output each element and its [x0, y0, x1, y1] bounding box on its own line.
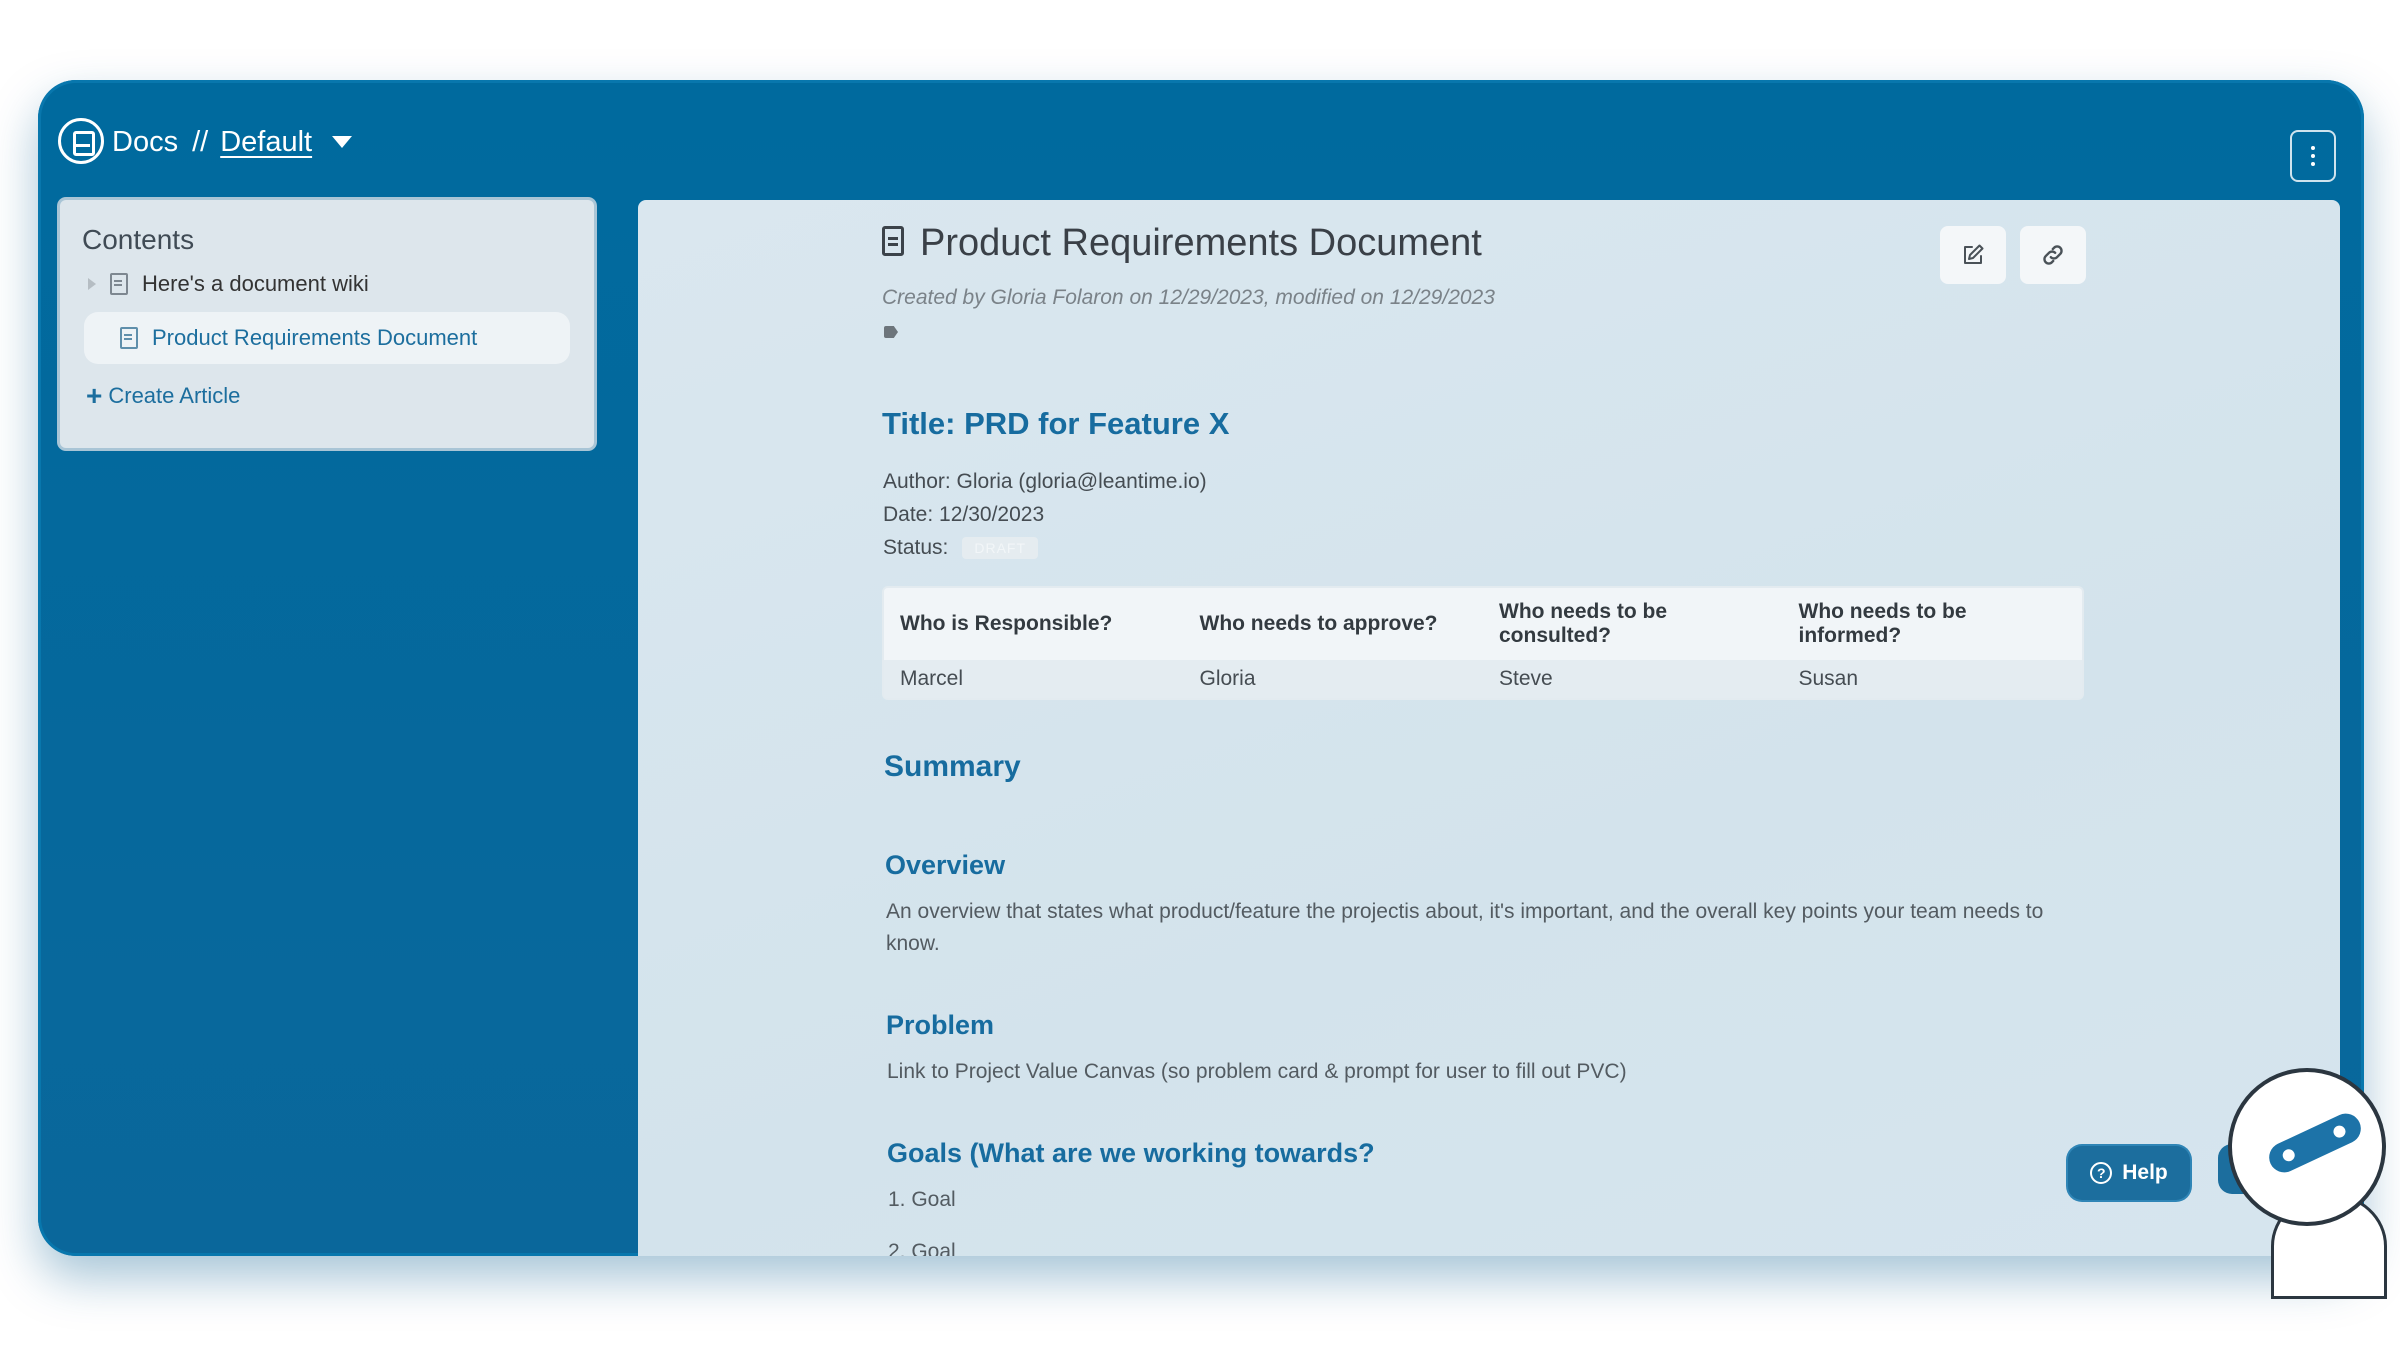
sidebar-item-prd[interactable]: Product Requirements Document	[84, 312, 570, 364]
status-line: Status: DRAFT	[883, 536, 1039, 560]
dot-icon	[2311, 146, 2315, 150]
date-line: Date: 12/30/2023	[883, 503, 1045, 526]
chevron-down-icon[interactable]	[332, 136, 353, 148]
more-options-button[interactable]	[2290, 130, 2336, 182]
link-icon	[2043, 245, 2063, 265]
mascot-robot-icon[interactable]	[2232, 1072, 2382, 1222]
create-article-label: Create Article	[108, 383, 241, 408]
table-header-cell: Who is Responsible?	[884, 588, 1184, 660]
document-content: Product Requirements Document Created by…	[638, 200, 2340, 1256]
top-bar: Docs // Default	[38, 80, 2364, 200]
help-icon: ?	[2090, 1162, 2113, 1184]
edit-icon	[1964, 244, 1984, 264]
raci-table: Who is Responsible? Who needs to approve…	[884, 588, 2082, 698]
breadcrumb-app: Docs	[112, 126, 179, 158]
table-cell: Gloria	[1183, 660, 1483, 698]
document-icon	[882, 226, 904, 256]
goal-item: 2. Goal	[888, 1240, 956, 1256]
copy-link-button[interactable]	[2020, 226, 2086, 284]
status-badge: DRAFT	[962, 537, 1039, 559]
status-label: Status:	[883, 536, 949, 559]
app-window: Docs // Default Contents Here's a docume…	[38, 80, 2364, 1256]
goals-heading: Goals (What are we working towards?	[887, 1138, 1375, 1168]
sidebar-item-label: Product Requirements Document	[152, 325, 478, 350]
table-row: Marcel Gloria Steve Susan	[884, 660, 2082, 698]
table-cell: Marcel	[884, 660, 1184, 698]
problem-text: Link to Project Value Canvas (so problem…	[887, 1060, 1627, 1083]
document-icon	[120, 327, 138, 349]
table-cell: Susan	[1782, 660, 2082, 698]
help-button[interactable]: ? Help	[2068, 1146, 2190, 1200]
edit-button[interactable]	[1940, 226, 2006, 284]
document-meta: Created by Gloria Folaron on 12/29/2023,…	[882, 286, 1495, 309]
tag-icon[interactable]	[884, 326, 898, 338]
overview-text: An overview that states what product/fea…	[886, 900, 2044, 955]
overview-heading: Overview	[885, 850, 1006, 880]
table-header-cell: Who needs to approve?	[1183, 588, 1483, 660]
table-cell: Steve	[1483, 660, 1783, 698]
table-header-row: Who is Responsible? Who needs to approve…	[884, 588, 2082, 660]
table-header-cell: Who needs to be consulted?	[1483, 588, 1783, 660]
docs-logo-icon	[58, 118, 104, 164]
breadcrumb-separator: //	[192, 126, 209, 158]
goal-item: 1. Goal	[888, 1188, 956, 1211]
help-label: Help	[2122, 1161, 2168, 1184]
project-selector[interactable]: Default	[220, 124, 312, 160]
create-article-link[interactable]: + Create Article	[86, 376, 240, 416]
sidebar-item-document-wiki[interactable]: Here's a document wiki	[82, 258, 369, 310]
expand-arrow-icon[interactable]	[88, 278, 96, 290]
dot-icon	[2311, 154, 2315, 158]
mascot-visor	[2264, 1108, 2366, 1178]
sidebar-item-label: Here's a document wiki	[142, 271, 369, 296]
page-title: Product Requirements Document	[920, 222, 1482, 264]
table-header-cell: Who needs to be informed?	[1782, 588, 2082, 660]
summary-heading: Summary	[884, 750, 1021, 783]
sidebar-title: Contents	[82, 224, 195, 255]
author-line: Author: Gloria (gloria@leantime.io)	[883, 470, 1207, 493]
document-icon	[110, 273, 128, 295]
contents-sidebar: Contents Here's a document wiki Product …	[60, 200, 594, 448]
problem-heading: Problem	[886, 1010, 995, 1040]
dot-icon	[2311, 162, 2315, 166]
breadcrumb: Docs // Default	[112, 124, 353, 160]
plus-icon: +	[86, 380, 103, 411]
document-heading: Title: PRD for Feature X	[882, 406, 1230, 441]
